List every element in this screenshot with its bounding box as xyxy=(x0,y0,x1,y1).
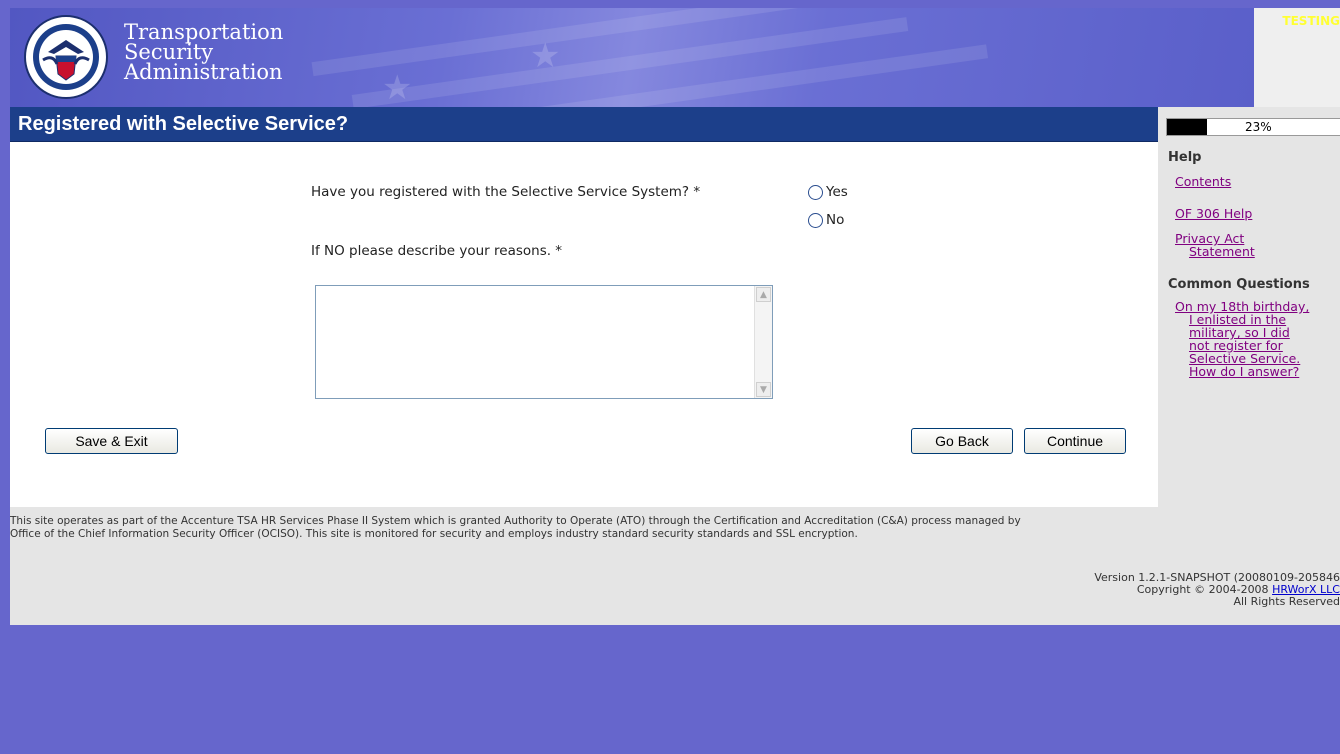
common-question-link-enlisted[interactable]: On my 18th birthday, I enlisted in the m… xyxy=(1175,300,1309,378)
radio-button[interactable] xyxy=(808,212,823,228)
link-line: Statement xyxy=(1189,244,1255,259)
help-heading: Help xyxy=(1168,150,1202,165)
environment-box: TESTING xyxy=(1254,8,1340,107)
title-bar: Registered with Selective Service? xyxy=(10,107,1158,142)
reason-textarea[interactable]: ▲ ▼ xyxy=(315,285,773,399)
selective-service-question: Have you registered with the Selective S… xyxy=(311,184,701,200)
agency-name-line: Security xyxy=(124,40,214,64)
page-frame: ★ ★ Transportation Security Administrati… xyxy=(10,8,1340,754)
radio-label: No xyxy=(826,212,845,228)
radio-button[interactable] xyxy=(808,184,823,200)
dhs-seal-icon xyxy=(24,15,108,99)
page-title: Registered with Selective Service? xyxy=(18,113,349,135)
main-content: Have you registered with the Selective S… xyxy=(10,142,1158,507)
radio-option-no[interactable]: No xyxy=(808,212,844,228)
help-sidebar: 23% Help Contents OF 306 Help Privacy Ac… xyxy=(1158,107,1340,507)
progress-fill xyxy=(1167,119,1208,135)
progress-label: 23% xyxy=(1245,120,1272,134)
common-questions-heading: Common Questions xyxy=(1168,277,1310,292)
link-line: How do I answer? xyxy=(1189,364,1300,379)
agency-name-line: Administration xyxy=(124,60,283,84)
footer: This site operates as part of the Accent… xyxy=(10,507,1340,625)
scroll-up-icon[interactable]: ▲ xyxy=(756,287,771,302)
security-notice-line: This site operates as part of the Accent… xyxy=(10,515,1021,527)
radio-label: Yes xyxy=(826,184,848,200)
security-notice: This site operates as part of the Accent… xyxy=(10,515,1336,541)
textarea-scrollbar[interactable]: ▲ ▼ xyxy=(754,286,772,398)
header-banner: ★ ★ Transportation Security Administrati… xyxy=(10,8,1254,107)
rights-text: All Rights Reserved xyxy=(1233,595,1340,608)
star-icon: ★ xyxy=(382,68,413,107)
star-icon: ★ xyxy=(530,36,561,76)
progress-bar: 23% xyxy=(1166,118,1340,136)
radio-option-yes[interactable]: Yes xyxy=(808,184,848,200)
environment-label: TESTING xyxy=(1282,14,1340,28)
help-link-privacy-act[interactable]: Privacy Act Statement xyxy=(1175,232,1255,258)
agency-name: Transportation Security Administration xyxy=(124,20,284,84)
save-exit-button[interactable]: Save & Exit xyxy=(45,428,178,454)
go-back-button[interactable]: Go Back xyxy=(911,428,1013,454)
continue-button[interactable]: Continue xyxy=(1024,428,1126,454)
agency-name-line: Transportation xyxy=(124,20,284,44)
reason-label: If NO please describe your reasons. * xyxy=(311,243,563,259)
help-link-contents[interactable]: Contents xyxy=(1175,175,1231,188)
version-info: Version 1.2.1-SNAPSHOT (20080109-205846 … xyxy=(1094,572,1340,608)
help-link-of306[interactable]: OF 306 Help xyxy=(1175,207,1252,220)
security-notice-line: Office of the Chief Information Security… xyxy=(10,528,858,540)
scroll-down-icon[interactable]: ▼ xyxy=(756,382,771,397)
